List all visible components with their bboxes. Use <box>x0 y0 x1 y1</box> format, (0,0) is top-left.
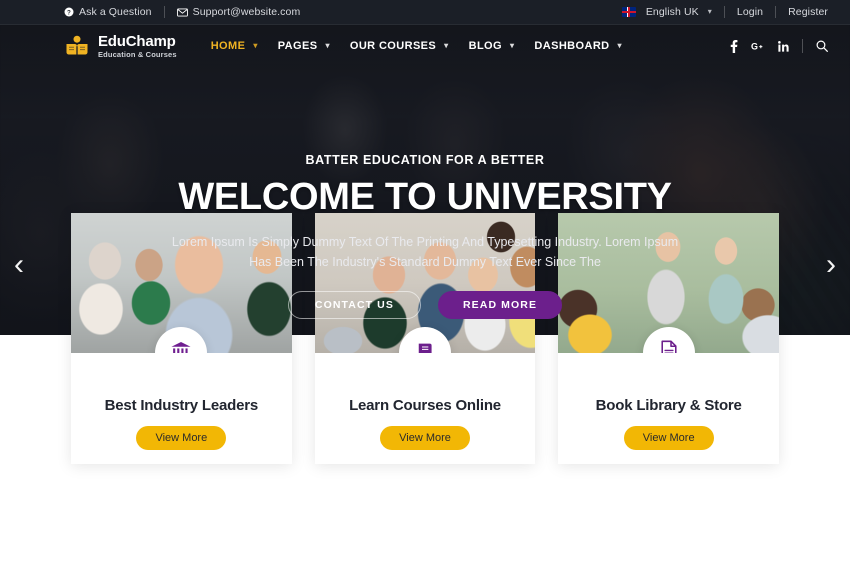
envelope-icon <box>176 7 188 17</box>
nav-menu: HOME ▾ PAGES ▾ OUR COURSES ▾ BLOG ▾ DASH… <box>211 40 622 52</box>
document-icon <box>659 340 679 353</box>
main-navigation-bar: EduChamp Education & Courses HOME ▾ PAGE… <box>0 25 850 67</box>
card-body: Best Industry Leaders View More <box>71 353 292 450</box>
nav-item-blog-label: BLOG <box>468 40 502 52</box>
card-body: Book Library & Store View More <box>558 353 779 450</box>
nav-item-dashboard[interactable]: DASHBOARD ▾ <box>534 40 622 52</box>
site-logo[interactable]: EduChamp Education & Courses <box>64 33 177 59</box>
topbar-divider-1 <box>163 6 165 18</box>
nav-item-dashboard-label: DASHBOARD <box>534 40 610 52</box>
carousel-prev-arrow-icon[interactable]: ‹ <box>14 250 24 280</box>
card-icon-badge <box>399 327 451 353</box>
nav-item-pages[interactable]: PAGES ▾ <box>278 40 330 52</box>
nav-item-our-courses-label: OUR COURSES <box>349 40 437 52</box>
card-icon-badge <box>642 327 695 353</box>
uk-flag-icon <box>621 7 636 17</box>
ask-a-question-link[interactable]: ? Ask a Question <box>64 6 152 18</box>
card-icon-badge <box>155 327 208 353</box>
hero-description: Lorem Ipsum Is Simply Dummy Text Of The … <box>171 234 679 270</box>
register-link[interactable]: Register <box>788 6 828 18</box>
topbar-divider-3 <box>775 6 777 18</box>
hero-content: BATTER EDUCATION FOR A BETTER WELCOME TO… <box>0 67 850 320</box>
card-body: Learn Courses Online View More <box>315 353 536 450</box>
bank-icon <box>170 340 192 353</box>
chevron-down-icon: ▾ <box>444 41 449 50</box>
google-plus-icon[interactable]: G <box>751 41 765 52</box>
search-icon[interactable] <box>816 40 828 52</box>
support-email-label: Support@website.com <box>192 6 301 18</box>
card-title: Book Library & Store <box>595 397 742 414</box>
top-bar: ? Ask a Question Support@website.com Eng… <box>0 0 850 25</box>
contact-us-button[interactable]: CONTACT US <box>287 291 421 320</box>
nav-item-blog[interactable]: BLOG ▾ <box>469 40 515 52</box>
card-title: Best Industry Leaders <box>104 397 259 414</box>
top-bar-left: ? Ask a Question Support@website.com <box>64 6 300 18</box>
top-bar-right: English UK ▾ Login Register <box>621 6 828 18</box>
svg-text:G: G <box>751 41 758 51</box>
chevron-down-icon: ▾ <box>509 41 515 50</box>
hero-buttons: CONTACT US READ MORE <box>0 291 850 320</box>
feature-cards-section: Best Industry Leaders View More Learn Co… <box>0 213 850 567</box>
language-selector[interactable]: English UK ▾ <box>621 6 712 18</box>
logo-title: EduChamp <box>98 32 176 50</box>
chevron-down-icon: ▾ <box>707 7 712 16</box>
read-more-button[interactable]: READ MORE <box>437 291 563 320</box>
chevron-down-icon: ▾ <box>325 41 330 50</box>
hero-banner: EduChamp Education & Courses HOME ▾ PAGE… <box>0 25 850 335</box>
carousel-next-arrow-icon[interactable]: › <box>826 250 836 280</box>
topbar-divider-2 <box>723 6 725 18</box>
chevron-down-icon: ▾ <box>253 41 258 50</box>
nav-divider <box>802 39 803 53</box>
book-icon <box>415 341 435 353</box>
view-more-button[interactable]: View More <box>136 426 227 450</box>
support-email-link[interactable]: Support@website.com <box>176 6 301 18</box>
question-circle-icon: ? <box>64 7 74 17</box>
view-more-button[interactable]: View More <box>380 426 470 450</box>
nav-item-home[interactable]: HOME ▾ <box>211 40 258 52</box>
facebook-icon[interactable] <box>730 39 738 53</box>
logo-subtitle: Education & Courses <box>98 49 177 59</box>
card-title: Learn Courses Online <box>349 397 501 414</box>
view-more-button[interactable]: View More <box>623 426 714 450</box>
nav-item-our-courses[interactable]: OUR COURSES ▾ <box>350 40 449 52</box>
nav-right-actions: G <box>730 39 828 53</box>
login-link[interactable]: Login <box>737 6 763 18</box>
linkedin-icon[interactable] <box>778 40 789 52</box>
hero-kicker: BATTER EDUCATION FOR A BETTER <box>305 153 545 167</box>
ask-a-question-label: Ask a Question <box>79 6 152 18</box>
nav-item-home-label: HOME <box>210 40 246 52</box>
reader-book-logo-icon <box>64 33 90 59</box>
nav-item-pages-label: PAGES <box>277 40 318 52</box>
language-label: English UK <box>645 6 699 18</box>
svg-text:?: ? <box>67 9 71 16</box>
chevron-down-icon: ▾ <box>617 41 622 50</box>
hero-title: WELCOME TO UNIVERSITY <box>178 176 672 218</box>
